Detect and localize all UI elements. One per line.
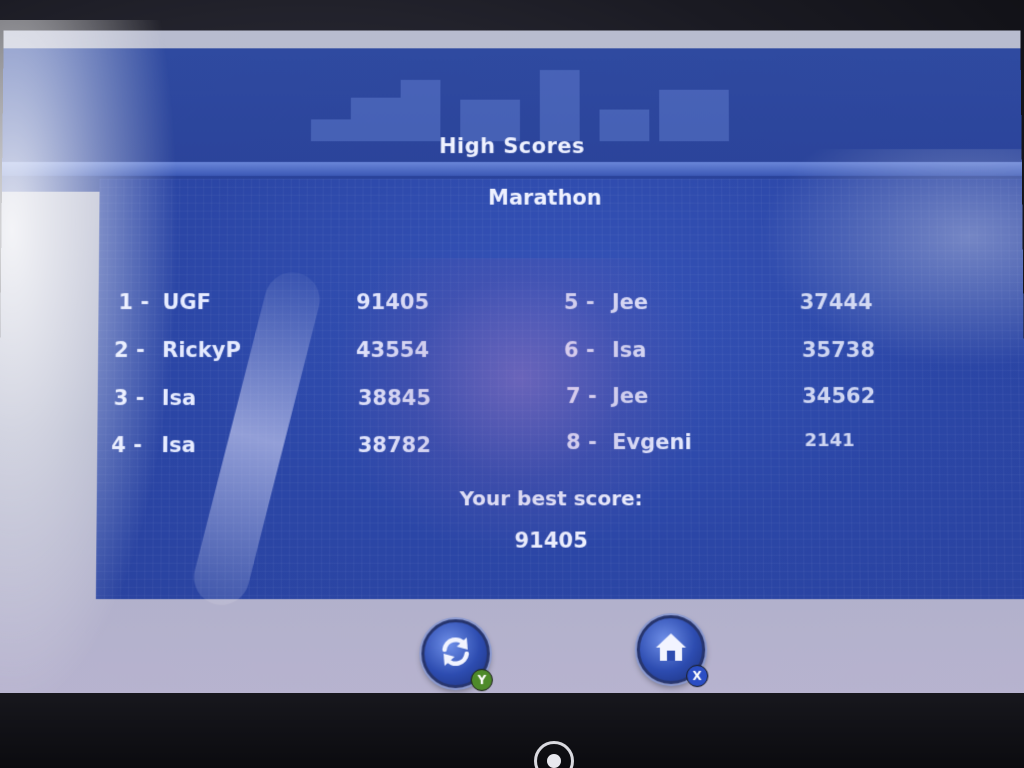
restart-button[interactable]: Y xyxy=(421,619,493,692)
refresh-icon xyxy=(435,631,475,676)
player-score: 37444 xyxy=(799,290,873,315)
player-name: Jee xyxy=(611,290,649,315)
score-rank: 5 - xyxy=(563,290,595,315)
best-score-label: Your best score: xyxy=(459,486,643,511)
device-bezel xyxy=(0,693,1024,768)
player-name: Isa xyxy=(611,338,647,362)
score-rank: 3 - xyxy=(113,385,145,411)
player-score: 38845 xyxy=(357,385,432,411)
player-name: Evgeni xyxy=(612,430,692,455)
x-button-badge: X xyxy=(686,664,709,688)
score-rank: 4 - xyxy=(111,433,143,458)
player-name: Jee xyxy=(612,383,649,409)
player-score: 43554 xyxy=(355,338,430,362)
player-score: 35738 xyxy=(801,338,876,362)
player-score: 2141 xyxy=(804,430,855,452)
y-button-badge: Y xyxy=(470,668,493,692)
score-rank: 7 - xyxy=(566,383,597,409)
player-score: 91405 xyxy=(356,290,430,315)
game-screen: High Scores Marathon 1 - UGF 91405 2 - R… xyxy=(0,30,1024,696)
score-rank: 6 - xyxy=(563,338,595,362)
home-icon xyxy=(652,628,690,671)
tablet-device: High Scores Marathon 1 - UGF 91405 2 - R… xyxy=(0,0,1024,768)
score-rank: 1 - xyxy=(118,290,150,315)
page-title: High Scores xyxy=(438,134,586,159)
player-name: Isa xyxy=(161,433,196,458)
player-name: UGF xyxy=(162,290,212,315)
score-rank: 2 - xyxy=(113,338,145,362)
score-rank: 8 - xyxy=(566,430,597,455)
best-score-value: 91405 xyxy=(514,528,588,553)
title-divider xyxy=(2,161,1022,176)
player-name: RickyP xyxy=(161,338,242,362)
home-menu-button[interactable]: X xyxy=(636,615,709,688)
player-score: 34562 xyxy=(802,383,876,409)
game-mode-label: Marathon xyxy=(488,185,602,210)
player-score: 38782 xyxy=(357,433,431,458)
home-button-dot xyxy=(547,754,561,768)
player-name: Isa xyxy=(161,385,197,411)
